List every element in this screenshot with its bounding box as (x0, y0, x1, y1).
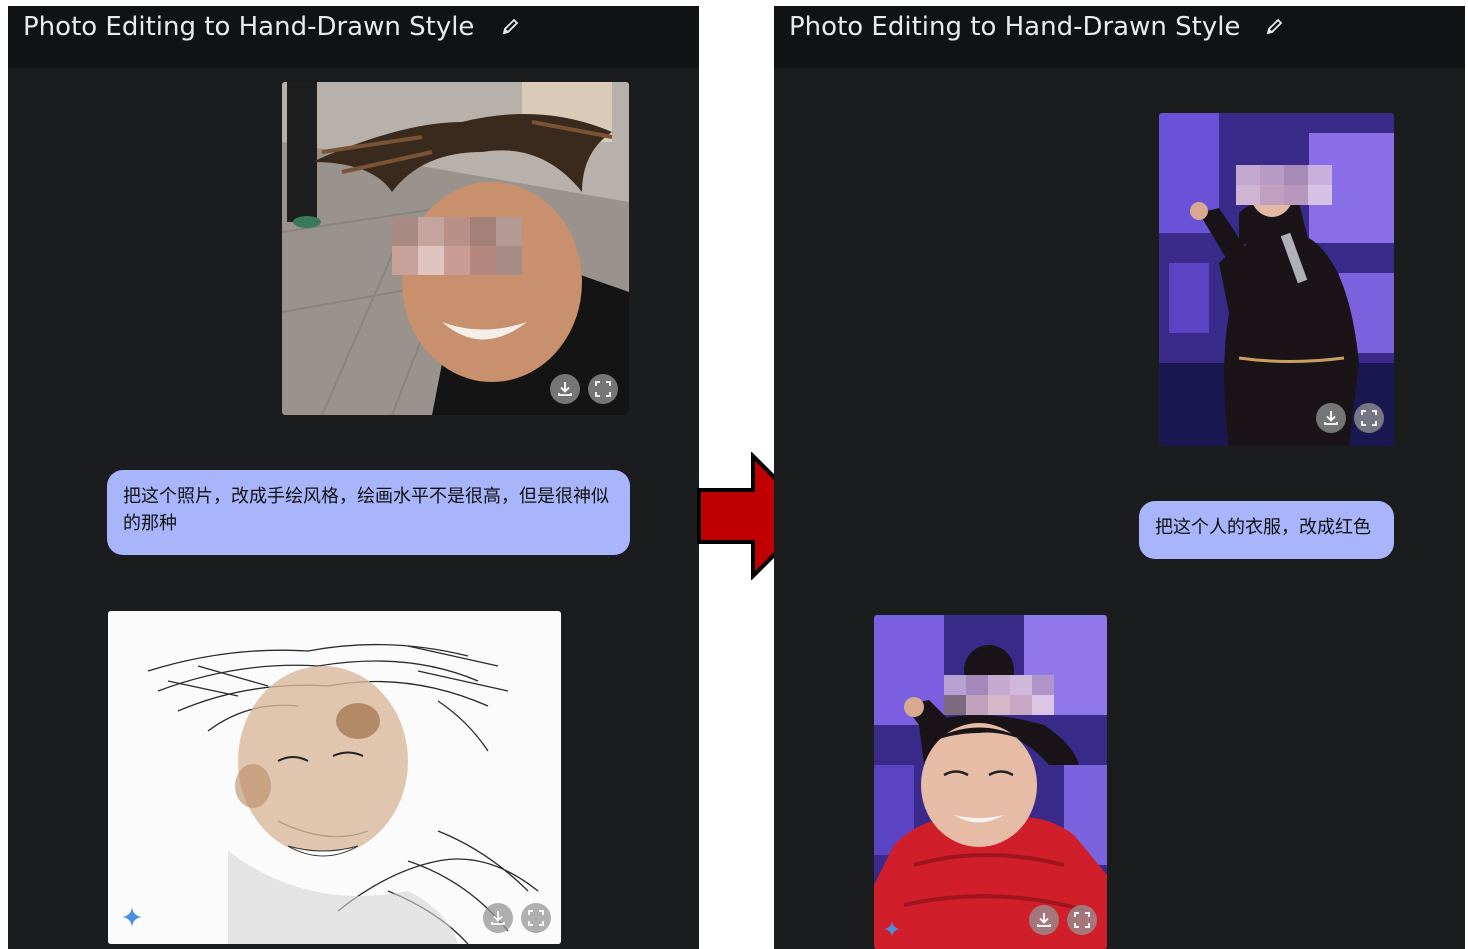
generated-image[interactable] (874, 615, 1107, 949)
download-button[interactable] (1029, 905, 1059, 935)
fullscreen-button[interactable] (588, 374, 618, 404)
download-icon (491, 911, 505, 925)
face-mosaic (1236, 165, 1332, 205)
user-prompt-bubble: 把这个人的衣服，改成红色 (1139, 501, 1394, 559)
download-icon (558, 382, 572, 396)
uploaded-photo[interactable] (1159, 113, 1394, 446)
user-prompt-bubble: 把这个照片，改成手绘风格，绘画水平不是很高，但是很神似的那种 (107, 470, 630, 555)
sparkle-icon (122, 907, 142, 927)
download-button[interactable] (483, 903, 513, 933)
fullscreen-icon (1361, 410, 1377, 426)
download-icon (1037, 913, 1051, 927)
left-chat-panel: Photo Editing to Hand-Drawn Style 把这个照片，… (8, 6, 699, 949)
download-button[interactable] (550, 374, 580, 404)
face-mosaic (392, 217, 522, 275)
title-bar: Photo Editing to Hand-Drawn Style (774, 6, 1465, 68)
generated-image[interactable] (108, 611, 561, 944)
fullscreen-icon (528, 910, 544, 926)
fullscreen-button[interactable] (1067, 905, 1097, 935)
fullscreen-button[interactable] (1354, 403, 1384, 433)
face-mosaic (944, 675, 1054, 715)
chat-title: Photo Editing to Hand-Drawn Style (23, 12, 475, 42)
fullscreen-button[interactable] (521, 903, 551, 933)
uploaded-photo[interactable] (282, 82, 629, 415)
right-chat-panel: Photo Editing to Hand-Drawn Style 把这个人的衣… (774, 6, 1465, 949)
pencil-icon[interactable] (1265, 16, 1285, 36)
chat-title: Photo Editing to Hand-Drawn Style (789, 12, 1241, 42)
fullscreen-icon (595, 381, 611, 397)
download-button[interactable] (1316, 403, 1346, 433)
fullscreen-icon (1074, 912, 1090, 928)
sparkle-icon (884, 921, 900, 937)
pencil-icon[interactable] (501, 16, 521, 36)
download-icon (1324, 411, 1338, 425)
title-bar: Photo Editing to Hand-Drawn Style (8, 6, 699, 68)
